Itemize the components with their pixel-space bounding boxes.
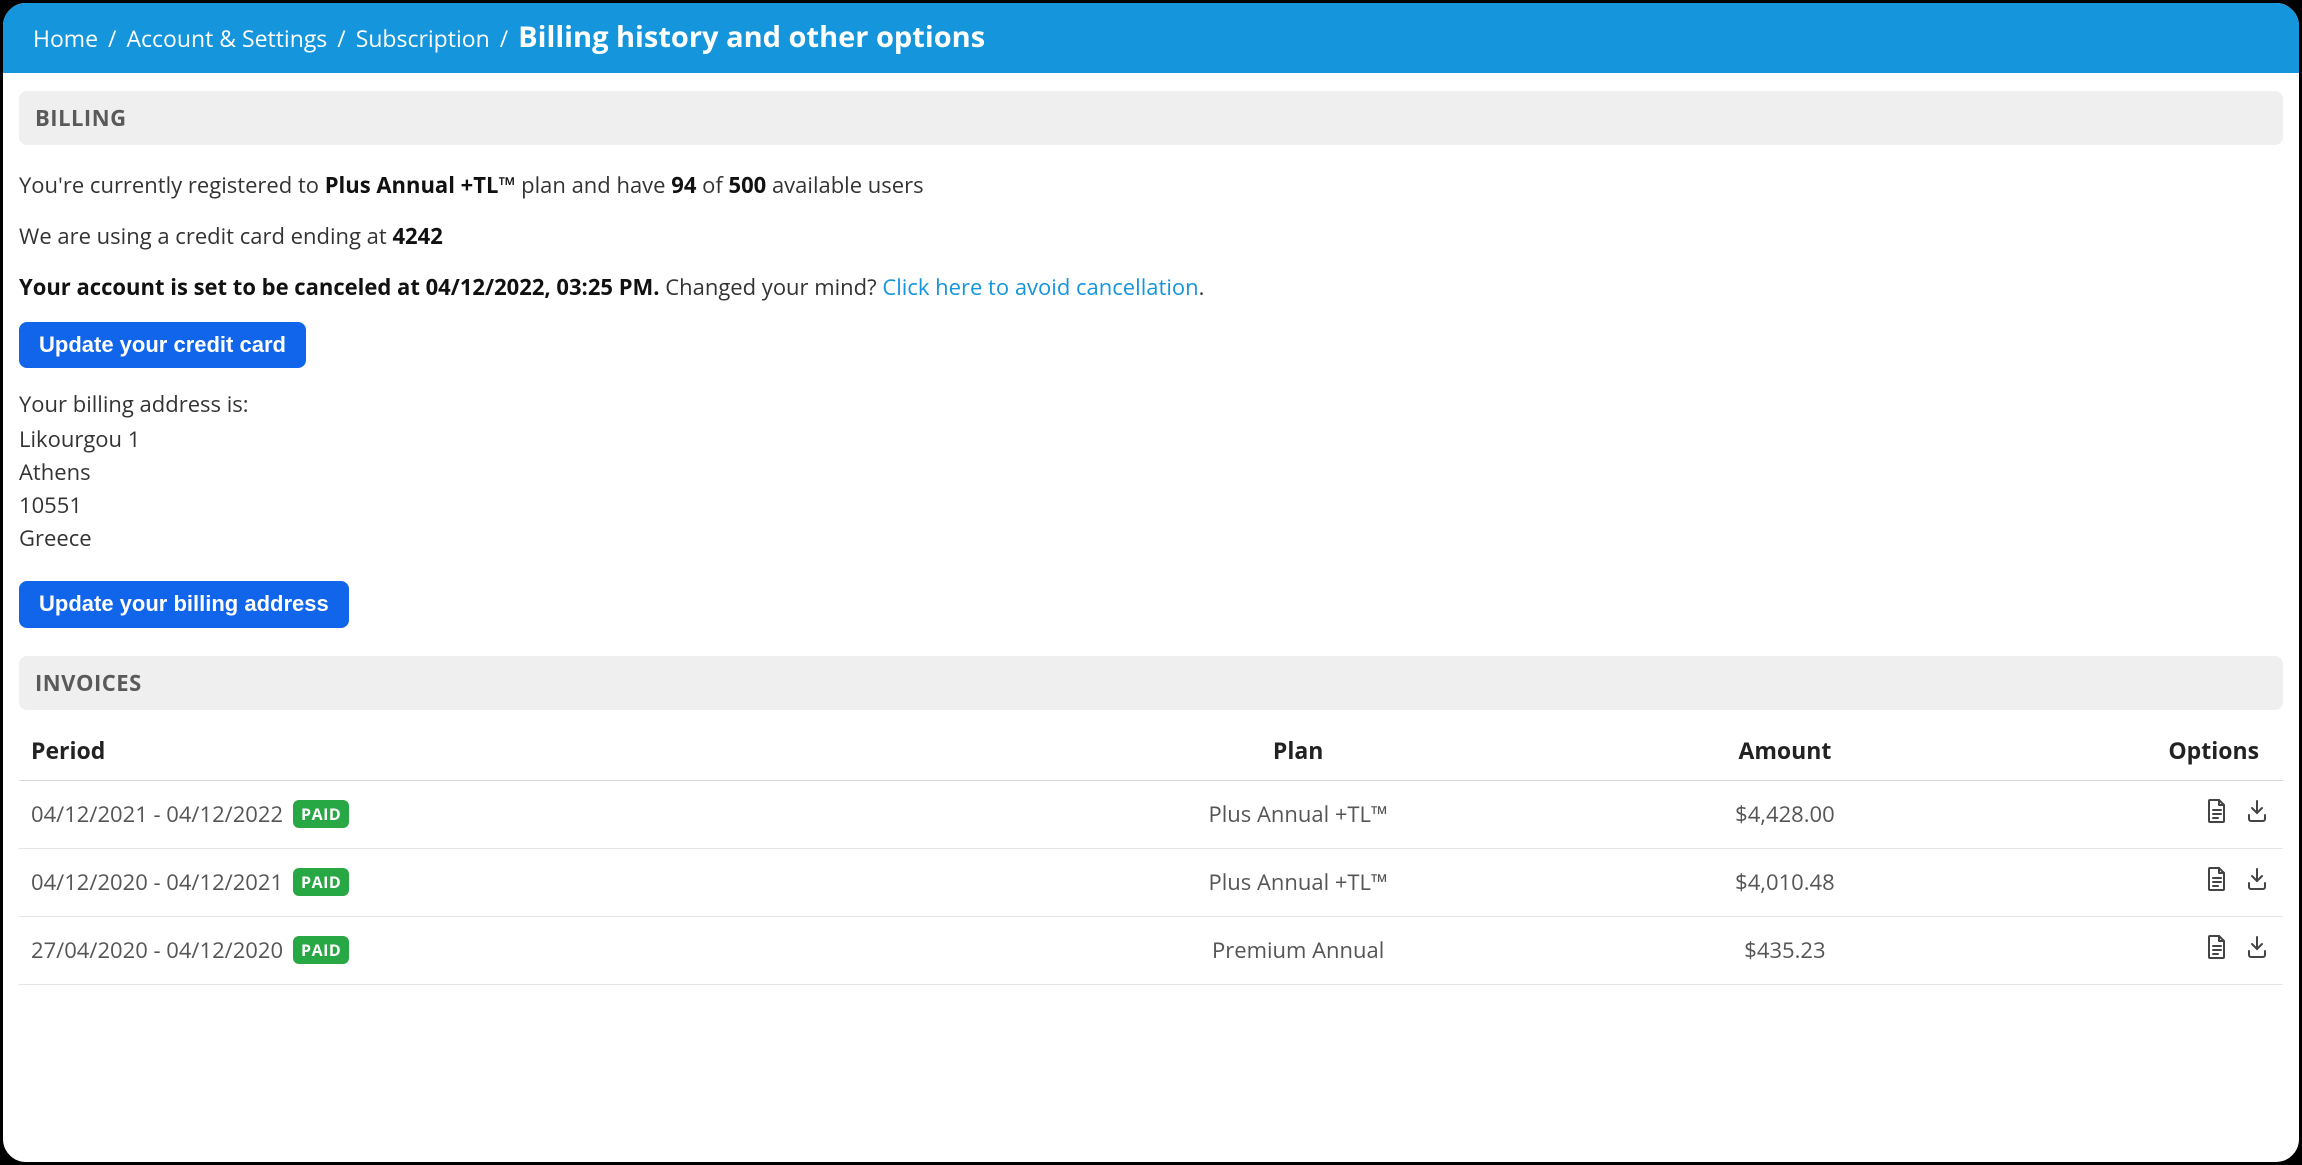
- col-amount: Amount: [1559, 720, 2012, 781]
- card-summary: We are using a credit card ending at 424…: [19, 220, 2283, 253]
- changed-mind-text: Changed your mind?: [665, 272, 882, 302]
- plan-summary-text: You're currently registered to: [19, 170, 325, 200]
- billing-address-city: Athens: [19, 456, 2283, 489]
- content-area: BILLING You're currently registered to P…: [3, 73, 2299, 1162]
- document-icon[interactable]: [2205, 865, 2229, 893]
- invoices-table: Period Plan Amount Options 04/12/2021 - …: [19, 720, 2283, 985]
- breadcrumb-separator: /: [106, 22, 118, 54]
- card-last4: 4242: [392, 221, 442, 251]
- col-plan: Plan: [1038, 720, 1559, 781]
- invoice-amount: $4,010.48: [1559, 848, 2012, 916]
- invoice-period: 04/12/2021 - 04/12/2022: [31, 799, 283, 829]
- invoice-plan: Premium Annual: [1038, 916, 1559, 984]
- cancel-notice-text: Your account is set to be canceled at: [19, 272, 426, 302]
- cancel-notice-period: .: [653, 272, 659, 302]
- table-row: 27/04/2020 - 04/12/2020 PAID Premium Annua…: [19, 916, 2283, 984]
- document-icon[interactable]: [2205, 933, 2229, 961]
- breadcrumb-separator: /: [335, 22, 347, 54]
- billing-section-header: BILLING: [19, 91, 2283, 145]
- col-options: Options: [2011, 720, 2283, 781]
- breadcrumb: Home / Account & Settings / Subscription…: [3, 3, 2299, 73]
- update-credit-card-button[interactable]: Update your credit card: [19, 322, 306, 368]
- invoices-section-header: INVOICES: [19, 656, 2283, 710]
- breadcrumb-account-settings[interactable]: Account & Settings: [126, 22, 327, 54]
- breadcrumb-separator: /: [498, 22, 510, 54]
- plan-name: Plus Annual +TL™: [325, 170, 516, 200]
- table-row: 04/12/2020 - 04/12/2021 PAID Plus Annual +…: [19, 848, 2283, 916]
- plan-summary-text: plan and have: [515, 170, 671, 200]
- plan-summary-text: of: [696, 170, 728, 200]
- table-row: 04/12/2021 - 04/12/2022 PAID Plus Annual +…: [19, 780, 2283, 848]
- avoid-cancellation-link[interactable]: Click here to avoid cancellation: [882, 272, 1198, 302]
- invoice-period: 04/12/2020 - 04/12/2021: [31, 867, 283, 897]
- col-period: Period: [19, 720, 1038, 781]
- breadcrumb-current: Billing history and other options: [518, 21, 985, 53]
- invoice-plan: Plus Annual +TL™: [1038, 780, 1559, 848]
- status-badge: PAID: [293, 868, 349, 896]
- breadcrumb-home[interactable]: Home: [33, 22, 98, 54]
- download-icon[interactable]: [2245, 865, 2269, 893]
- trailing-period: .: [1199, 272, 1205, 302]
- breadcrumb-subscription[interactable]: Subscription: [356, 22, 490, 54]
- users-total: 500: [728, 170, 766, 200]
- download-icon[interactable]: [2245, 933, 2269, 961]
- page-frame: Home / Account & Settings / Subscription…: [0, 0, 2302, 1165]
- invoice-amount: $4,428.00: [1559, 780, 2012, 848]
- billing-address: Your billing address is: Likourgou 1 Ath…: [19, 388, 2283, 555]
- status-badge: PAID: [293, 936, 349, 964]
- plan-summary-text: available users: [766, 170, 923, 200]
- billing-address-label: Your billing address is:: [19, 388, 2283, 421]
- download-icon[interactable]: [2245, 797, 2269, 825]
- cancel-notice: Your account is set to be canceled at 04…: [19, 271, 2283, 304]
- billing-address-line1: Likourgou 1: [19, 423, 2283, 456]
- card-summary-text: We are using a credit card ending at: [19, 221, 392, 251]
- billing-address-postal: 10551: [19, 489, 2283, 522]
- status-badge: PAID: [293, 800, 349, 828]
- invoice-period: 27/04/2020 - 04/12/2020: [31, 935, 283, 965]
- billing-address-country: Greece: [19, 522, 2283, 555]
- document-icon[interactable]: [2205, 797, 2229, 825]
- users-used: 94: [671, 170, 696, 200]
- plan-summary: You're currently registered to Plus Annu…: [19, 169, 2283, 202]
- cancel-datetime: 04/12/2022, 03:25 PM: [426, 272, 654, 302]
- invoice-amount: $435.23: [1559, 916, 2012, 984]
- invoice-plan: Plus Annual +TL™: [1038, 848, 1559, 916]
- update-billing-address-button[interactable]: Update your billing address: [19, 581, 349, 627]
